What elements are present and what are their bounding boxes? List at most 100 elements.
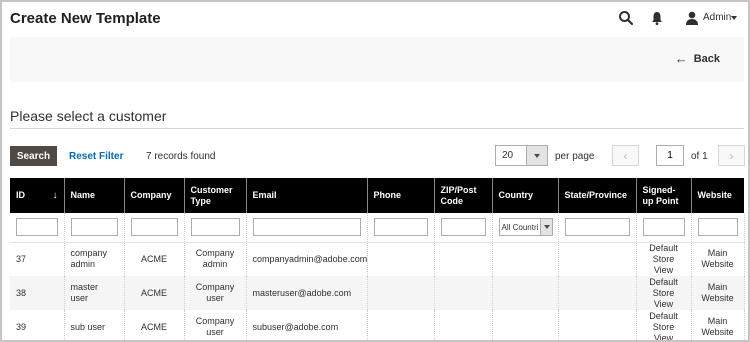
cell-id: 38 [10,276,65,310]
previous-page-button[interactable]: ‹ [612,145,639,166]
filter-id-input[interactable] [16,218,58,237]
column-header-website[interactable]: Website [691,178,744,213]
cell-zip [434,276,493,310]
filter-cell: All Countri [492,213,559,243]
page-size-select[interactable]: 20 [495,145,548,166]
cell-company: ACME [124,276,185,310]
filter-email-input[interactable] [252,218,361,237]
page-title: Create New Template [10,10,161,27]
filter-country-select[interactable]: All Countri [498,218,553,237]
column-label: ID [16,190,25,200]
cell-zip [434,242,493,276]
sort-arrow-icon: ↓ [52,190,58,201]
cell-phone [367,276,435,310]
back-button[interactable]: ← Back [675,52,720,65]
current-page-input[interactable] [656,145,684,166]
cell-signed-up-point: Default Store View [636,242,692,276]
filter-phone-input[interactable] [373,218,428,237]
chevron-down-icon[interactable] [526,146,547,165]
cell-company: ACME [124,242,185,276]
reset-filter-link[interactable]: Reset Filter [69,151,123,162]
filter-signed-up-input[interactable] [642,218,685,237]
top-header: Create New Template Admin [2,2,748,36]
filter-website-input[interactable] [697,218,738,237]
cell-id: 37 [10,242,65,276]
back-button-label: Back [693,52,720,65]
cell-customer-type: Company admin [184,242,247,276]
chevron-down-icon[interactable] [731,16,737,20]
cell-state [558,310,637,340]
filter-zip-input[interactable] [440,218,486,237]
country-select-value: All Countri [501,223,539,233]
cell-country [492,310,559,340]
search-button[interactable]: Search [10,146,57,166]
chevron-left-icon: ‹ [623,148,628,163]
filter-cell [124,213,185,243]
chevron-down-icon[interactable] [539,219,552,236]
filter-cell [246,213,368,243]
cell-name: company admin [64,242,125,276]
user-icon[interactable] [684,10,700,26]
user-menu-label[interactable]: Admin [703,12,731,23]
cell-company: ACME [124,310,185,340]
cell-website: Main Website [691,242,745,276]
column-header-company[interactable]: Company [124,178,185,213]
column-header-zip[interactable]: ZIP/Post Code [434,178,493,213]
column-header-country[interactable]: Country [492,178,559,213]
per-page-label: per page [555,151,595,162]
cell-website: Main Website [691,310,745,340]
column-header-id[interactable]: ID ↓ [10,178,65,213]
filter-customer-type-input[interactable] [190,218,240,237]
next-page-button[interactable]: › [718,145,745,166]
page-size-value: 20 [502,150,514,161]
customer-grid: ID ↓ Name Company Customer Type Email Pho… [10,178,745,340]
filter-company-input[interactable] [130,218,178,237]
filter-cell [636,213,692,243]
section-divider [10,128,744,129]
section-title: Please select a customer [10,108,167,124]
bell-icon[interactable] [649,10,665,26]
column-header-phone[interactable]: Phone [367,178,435,213]
cell-id: 39 [10,310,65,340]
column-header-name[interactable]: Name [64,178,125,213]
chevron-right-icon: › [729,148,734,163]
filter-cell [691,213,745,243]
filter-name-input[interactable] [70,218,118,237]
cell-name: sub user [64,310,125,340]
cell-zip [434,310,493,340]
cell-phone [367,242,435,276]
filter-cell [64,213,125,243]
cell-state [558,276,637,310]
filter-state-input[interactable] [564,218,630,237]
filter-cell [558,213,637,243]
filter-cell [367,213,435,243]
filter-cell [10,213,65,243]
arrow-left-icon: ← [674,51,688,66]
total-pages-label: of 1 [691,151,708,162]
cell-customer-type: Company user [184,276,247,310]
table-row[interactable]: 39 sub user ACME Company user subuser@ad… [10,310,745,340]
column-header-customer-type[interactable]: Customer Type [184,178,247,213]
cell-phone [367,310,435,340]
cell-email: masteruser@adobe.com [246,276,368,310]
filter-row: All Countri [10,213,745,243]
page-actions-bar: ← Back [10,37,744,82]
table-row[interactable]: 38 master user ACME Company user masteru… [10,276,745,310]
cell-signed-up-point: Default Store View [636,310,692,340]
column-header-signed-up-point[interactable]: Signed-up Point [636,178,692,213]
cell-name: master user [64,276,125,310]
page-frame: Create New Template Admin ← Back Please … [0,0,750,342]
column-header-email[interactable]: Email [246,178,368,213]
filter-cell [434,213,493,243]
cell-email: companyadmin@adobe.com [246,242,368,276]
cell-email: subuser@adobe.com [246,310,368,340]
cell-signed-up-point: Default Store View [636,276,692,310]
cell-customer-type: Company user [184,310,247,340]
cell-website: Main Website [691,276,745,310]
column-header-state[interactable]: State/Province [558,178,637,213]
cell-country [492,276,559,310]
grid-header-row: ID ↓ Name Company Customer Type Email Pho… [10,178,744,213]
table-row[interactable]: 37 company admin ACME Company admin comp… [10,242,745,276]
filter-cell [184,213,247,243]
search-icon[interactable] [618,10,634,26]
